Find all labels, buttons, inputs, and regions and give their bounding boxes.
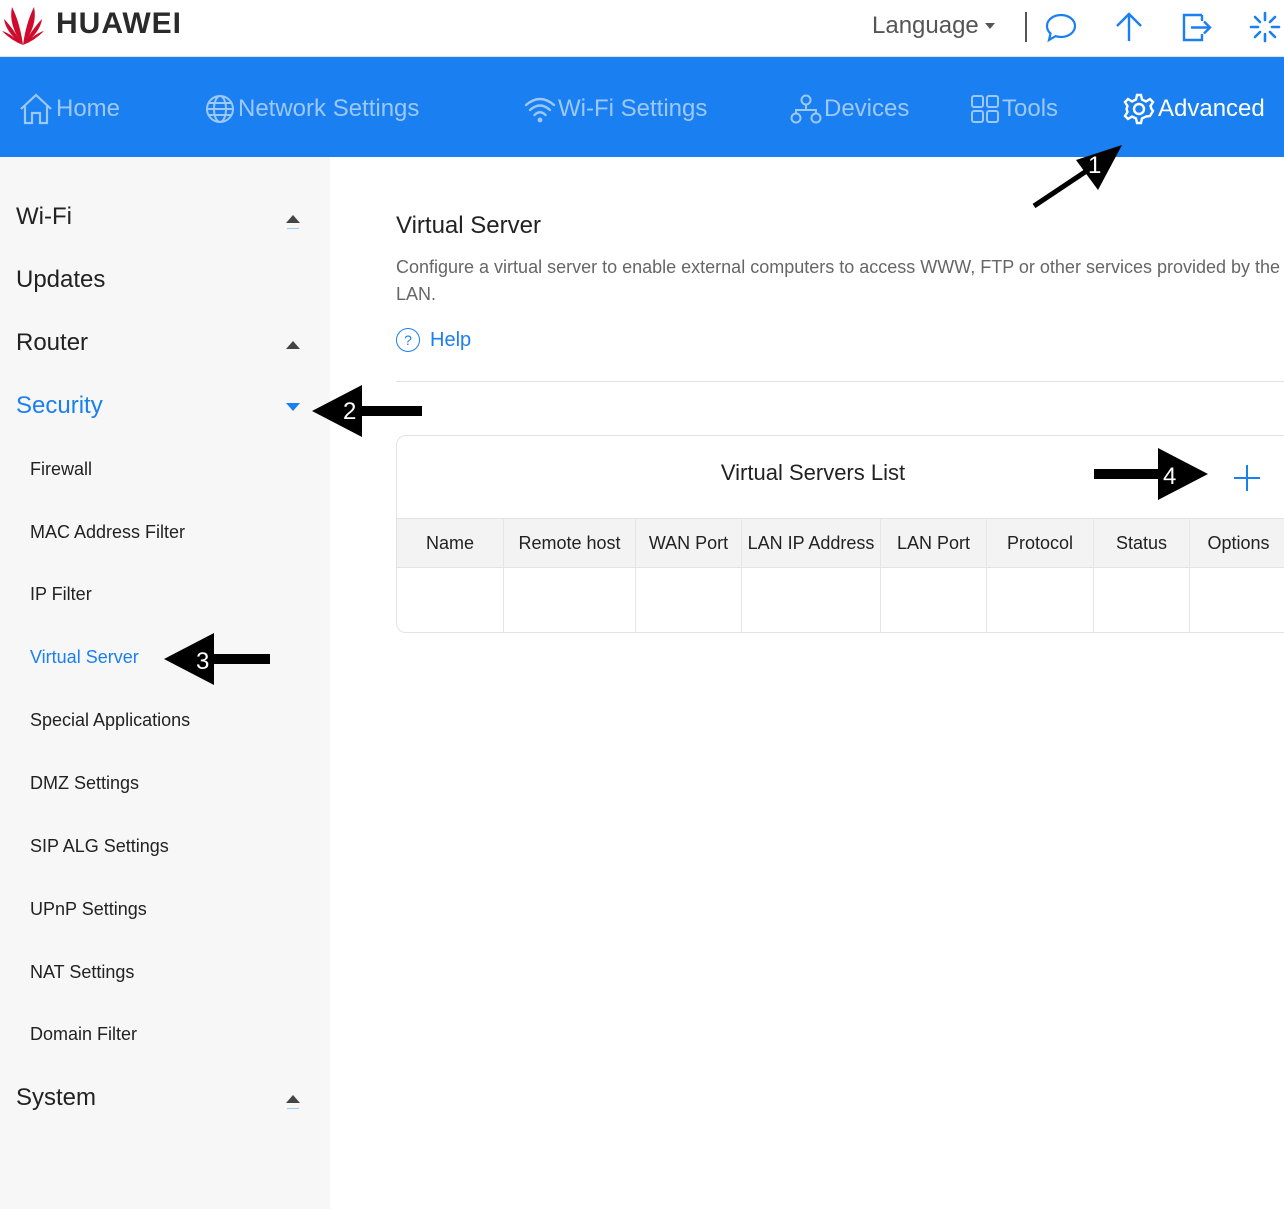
header-divider — [1025, 12, 1027, 42]
annotation-label-2: 2 — [343, 398, 357, 425]
globe-icon — [206, 95, 234, 123]
column-header-protocol: Protocol — [987, 519, 1094, 567]
page-title: Virtual Server — [396, 212, 541, 239]
nav-wifi-settings[interactable]: Wi-Fi Settings — [524, 90, 707, 128]
sidebar-subitem-virtual-server[interactable]: Virtual Server — [30, 647, 139, 668]
brand-name: HUAWEI — [56, 7, 182, 40]
sidebar-subitem-upnp-settings[interactable]: UPnP Settings — [30, 899, 147, 920]
sidebar-subitem-domain-filter[interactable]: Domain Filter — [30, 1024, 137, 1045]
column-header-status: Status — [1094, 519, 1190, 567]
tools-icon — [971, 95, 999, 123]
help-link[interactable]: ? Help — [396, 328, 471, 352]
annotation-arrow-4 — [1094, 448, 1208, 500]
sidebar-item-security[interactable]: Security — [16, 392, 103, 420]
nav-devices[interactable]: Devices — [790, 90, 909, 128]
collapse-arrow-icon[interactable] — [286, 215, 300, 223]
column-header-lan-port: LAN Port — [881, 519, 987, 567]
sidebar-subitem-nat-settings[interactable]: NAT Settings — [30, 962, 134, 983]
wifi-icon — [524, 97, 556, 123]
nav-network-settings-label: Network Settings — [238, 95, 420, 122]
nav-wifi-settings-label: Wi-Fi Settings — [558, 95, 708, 122]
nav-home-label: Home — [56, 95, 121, 122]
nav-network-settings[interactable]: Network Settings — [204, 90, 419, 128]
arrow-underline — [287, 1108, 299, 1109]
home-icon — [20, 93, 52, 125]
sidebar-subitem-ip-filter[interactable]: IP Filter — [30, 584, 92, 605]
sidebar-subitem-mac-address-filter[interactable]: MAC Address Filter — [30, 522, 185, 543]
nav-home[interactable]: Home — [18, 90, 120, 128]
sidebar-subitem-special-applications[interactable]: Special Applications — [30, 710, 190, 731]
annotation-arrow-3 — [164, 633, 270, 685]
language-dropdown[interactable]: Language — [872, 12, 995, 40]
sidebar-subitem-dmz-settings[interactable]: DMZ Settings — [30, 773, 139, 794]
sidebar-item-updates[interactable]: Updates — [16, 266, 105, 294]
top-bar: HUAWEI Language — [0, 0, 1284, 57]
column-header-options: Options — [1207, 533, 1270, 553]
collapse-arrow-icon[interactable] — [286, 1095, 300, 1103]
empty-cell — [504, 567, 636, 632]
empty-cell — [397, 567, 504, 632]
divider — [396, 381, 1284, 382]
huawei-logo: HUAWEI — [0, 0, 182, 48]
column-header-lan-ip-address: LAN IP Address — [742, 519, 881, 567]
column-header-remote-host: Remote host — [504, 519, 636, 567]
nav-advanced-label: Advanced — [1158, 95, 1265, 122]
empty-cell — [987, 567, 1094, 632]
annotation-label-4: 4 — [1163, 463, 1177, 490]
sidebar-item-system[interactable]: System — [16, 1084, 96, 1112]
help-icon: ? — [396, 328, 420, 352]
collapse-arrow-icon[interactable] — [286, 341, 300, 349]
annotation-label-3: 3 — [196, 648, 210, 675]
nav-devices-label: Devices — [824, 95, 910, 122]
caret-down-icon — [984, 23, 995, 29]
huawei-petals-icon — [2, 7, 44, 45]
page-description: Configure a virtual server to enable ext… — [396, 254, 1284, 308]
loading-icon[interactable] — [1248, 10, 1282, 44]
chat-icon[interactable] — [1044, 10, 1078, 44]
expand-arrow-icon[interactable] — [286, 403, 300, 411]
empty-cell — [881, 567, 987, 632]
nav-tools[interactable]: Tools — [970, 90, 1058, 128]
sidebar-subitem-firewall[interactable]: Firewall — [30, 459, 92, 480]
sidebar-item-router[interactable]: Router — [16, 329, 88, 357]
empty-cell — [742, 567, 881, 632]
description-line: LAN. — [396, 284, 437, 304]
language-label: Language — [872, 12, 979, 39]
annotation-label-1: 1 — [1088, 152, 1102, 179]
gear-icon — [1123, 93, 1155, 125]
column-header-name: Name — [397, 519, 504, 567]
sidebar-item-wifi[interactable]: Wi-Fi — [16, 203, 72, 231]
empty-cell — [636, 567, 742, 632]
nav-tools-label: Tools — [1002, 95, 1059, 122]
logout-icon[interactable] — [1180, 10, 1214, 44]
sidebar-subitem-sip-alg-settings[interactable]: SIP ALG Settings — [30, 836, 169, 857]
annotation-arrow-1 — [1032, 145, 1122, 209]
empty-cell — [1094, 567, 1190, 632]
add-virtual-server-button[interactable] — [1233, 464, 1261, 492]
arrow-underline — [287, 228, 299, 229]
upload-icon[interactable] — [1112, 10, 1146, 44]
help-label: Help — [430, 328, 472, 351]
annotation-arrow-2 — [312, 385, 422, 437]
devices-icon — [790, 94, 822, 124]
column-header-wan-port: WAN Port — [636, 519, 742, 567]
nav-advanced[interactable]: Advanced — [1122, 90, 1265, 128]
description-line: Configure a virtual server to enable ext… — [396, 257, 1281, 277]
table-header: Name Remote host WAN Port LAN IP Address… — [397, 518, 1284, 568]
